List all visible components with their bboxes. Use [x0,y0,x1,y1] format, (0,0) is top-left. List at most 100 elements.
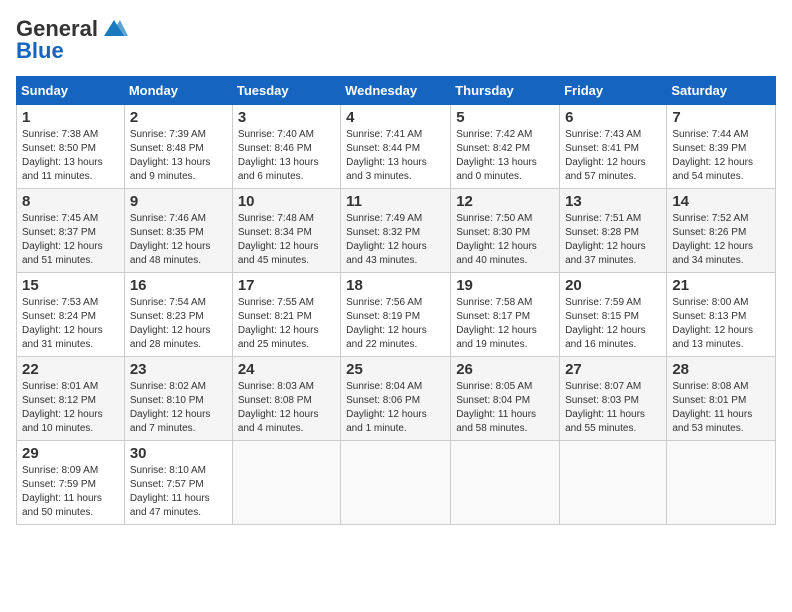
day-number: 10 [238,193,335,210]
day-info: Sunrise: 8:08 AMSunset: 8:01 PMDaylight:… [672,380,770,436]
day-info: Sunrise: 7:52 AMSunset: 8:26 PMDaylight:… [672,212,770,268]
day-cell: 11 Sunrise: 7:49 AMSunset: 8:32 PMDayligh… [341,189,451,273]
day-number: 27 [565,361,661,378]
day-info: Sunrise: 7:50 AMSunset: 8:30 PMDaylight:… [456,212,554,268]
week-row-4: 22 Sunrise: 8:01 AMSunset: 8:12 PMDayligh… [17,357,776,441]
day-info: Sunrise: 8:07 AMSunset: 8:03 PMDaylight:… [565,380,661,436]
day-info: Sunrise: 7:39 AMSunset: 8:48 PMDaylight:… [130,128,227,184]
calendar-header: SundayMondayTuesdayWednesdayThursdayFrid… [17,77,776,105]
day-info: Sunrise: 7:40 AMSunset: 8:46 PMDaylight:… [238,128,335,184]
day-info: Sunrise: 8:00 AMSunset: 8:13 PMDaylight:… [672,296,770,352]
day-cell: 21 Sunrise: 8:00 AMSunset: 8:13 PMDayligh… [667,273,776,357]
day-number: 11 [346,193,445,210]
week-row-2: 8 Sunrise: 7:45 AMSunset: 8:37 PMDaylight… [17,189,776,273]
day-info: Sunrise: 7:43 AMSunset: 8:41 PMDaylight:… [565,128,661,184]
day-info: Sunrise: 7:59 AMSunset: 8:15 PMDaylight:… [565,296,661,352]
day-info: Sunrise: 7:49 AMSunset: 8:32 PMDaylight:… [346,212,445,268]
day-cell: 9Sunrise: 7:46 AMSunset: 8:35 PMDaylight… [124,189,232,273]
day-cell [232,441,340,525]
day-number: 5 [456,109,554,126]
day-number: 4 [346,109,445,126]
day-number: 20 [565,277,661,294]
day-info: Sunrise: 8:10 AMSunset: 7:57 PMDaylight:… [130,464,227,520]
day-cell: 1 Sunrise: 7:38 AMSunset: 8:50 PMDaylight… [17,105,125,189]
day-info: Sunrise: 7:51 AMSunset: 8:28 PMDaylight:… [565,212,661,268]
day-number: 24 [238,361,335,378]
day-cell: 15 Sunrise: 7:53 AMSunset: 8:24 PMDayligh… [17,273,125,357]
day-cell: 30 Sunrise: 8:10 AMSunset: 7:57 PMDayligh… [124,441,232,525]
day-number: 6 [565,109,661,126]
day-number: 3 [238,109,335,126]
day-cell: 27 Sunrise: 8:07 AMSunset: 8:03 PMDayligh… [560,357,667,441]
day-info: Sunrise: 7:44 AMSunset: 8:39 PMDaylight:… [672,128,770,184]
day-info: Sunrise: 7:45 AMSunset: 8:37 PMDaylight:… [22,212,119,268]
day-info: Sunrise: 7:58 AMSunset: 8:17 PMDaylight:… [456,296,554,352]
day-number: 1 [22,109,119,126]
day-cell: 24Sunrise: 8:03 AMSunset: 8:08 PMDayligh… [232,357,340,441]
day-number: 21 [672,277,770,294]
day-info: Sunrise: 8:04 AMSunset: 8:06 PMDaylight:… [346,380,445,436]
day-number: 30 [130,445,227,462]
day-cell: 20 Sunrise: 7:59 AMSunset: 8:15 PMDayligh… [560,273,667,357]
day-info: Sunrise: 8:01 AMSunset: 8:12 PMDaylight:… [22,380,119,436]
day-cell: 19 Sunrise: 7:58 AMSunset: 8:17 PMDayligh… [451,273,560,357]
day-cell: 7Sunrise: 7:44 AMSunset: 8:39 PMDaylight… [667,105,776,189]
day-cell: 28 Sunrise: 8:08 AMSunset: 8:01 PMDayligh… [667,357,776,441]
col-header-friday: Friday [560,77,667,105]
day-info: Sunrise: 7:54 AMSunset: 8:23 PMDaylight:… [130,296,227,352]
calendar-table: SundayMondayTuesdayWednesdayThursdayFrid… [16,76,776,525]
logo: General Blue [16,16,128,64]
day-info: Sunrise: 7:48 AMSunset: 8:34 PMDaylight:… [238,212,335,268]
day-number: 18 [346,277,445,294]
day-number: 9 [130,193,227,210]
day-cell: 5 Sunrise: 7:42 AMSunset: 8:42 PMDaylight… [451,105,560,189]
logo-text-blue: Blue [16,38,64,64]
day-cell [451,441,560,525]
day-number: 26 [456,361,554,378]
calendar-body: 1 Sunrise: 7:38 AMSunset: 8:50 PMDaylight… [17,105,776,525]
col-header-thursday: Thursday [451,77,560,105]
col-header-wednesday: Wednesday [341,77,451,105]
day-number: 19 [456,277,554,294]
day-cell: 3 Sunrise: 7:40 AMSunset: 8:46 PMDaylight… [232,105,340,189]
day-cell: 18 Sunrise: 7:56 AMSunset: 8:19 PMDayligh… [341,273,451,357]
day-number: 8 [22,193,119,210]
day-cell: 2 Sunrise: 7:39 AMSunset: 8:48 PMDaylight… [124,105,232,189]
day-number: 12 [456,193,554,210]
day-cell: 17 Sunrise: 7:55 AMSunset: 8:21 PMDayligh… [232,273,340,357]
day-number: 14 [672,193,770,210]
day-number: 17 [238,277,335,294]
day-cell: 26 Sunrise: 8:05 AMSunset: 8:04 PMDayligh… [451,357,560,441]
day-info: Sunrise: 7:38 AMSunset: 8:50 PMDaylight:… [22,128,119,184]
day-number: 16 [130,277,227,294]
day-cell: 23Sunrise: 8:02 AMSunset: 8:10 PMDayligh… [124,357,232,441]
day-cell [341,441,451,525]
day-number: 2 [130,109,227,126]
day-cell [667,441,776,525]
day-info: Sunrise: 7:41 AMSunset: 8:44 PMDaylight:… [346,128,445,184]
day-info: Sunrise: 7:55 AMSunset: 8:21 PMDaylight:… [238,296,335,352]
col-header-tuesday: Tuesday [232,77,340,105]
day-number: 13 [565,193,661,210]
day-cell: 8 Sunrise: 7:45 AMSunset: 8:37 PMDaylight… [17,189,125,273]
day-cell [560,441,667,525]
day-info: Sunrise: 7:42 AMSunset: 8:42 PMDaylight:… [456,128,554,184]
day-cell: 16 Sunrise: 7:54 AMSunset: 8:23 PMDayligh… [124,273,232,357]
day-info: Sunrise: 8:05 AMSunset: 8:04 PMDaylight:… [456,380,554,436]
day-cell: 29Sunrise: 8:09 AMSunset: 7:59 PMDayligh… [17,441,125,525]
day-cell: 13 Sunrise: 7:51 AMSunset: 8:28 PMDayligh… [560,189,667,273]
col-header-sunday: Sunday [17,77,125,105]
day-info: Sunrise: 7:56 AMSunset: 8:19 PMDaylight:… [346,296,445,352]
day-number: 22 [22,361,119,378]
day-cell: 22 Sunrise: 8:01 AMSunset: 8:12 PMDayligh… [17,357,125,441]
week-row-1: 1 Sunrise: 7:38 AMSunset: 8:50 PMDaylight… [17,105,776,189]
day-number: 28 [672,361,770,378]
week-row-5: 29Sunrise: 8:09 AMSunset: 7:59 PMDayligh… [17,441,776,525]
day-cell: 25 Sunrise: 8:04 AMSunset: 8:06 PMDayligh… [341,357,451,441]
day-number: 15 [22,277,119,294]
day-number: 29 [22,445,119,462]
day-info: Sunrise: 8:02 AMSunset: 8:10 PMDaylight:… [130,380,227,436]
day-number: 25 [346,361,445,378]
day-info: Sunrise: 7:53 AMSunset: 8:24 PMDaylight:… [22,296,119,352]
day-cell: 10 Sunrise: 7:48 AMSunset: 8:34 PMDayligh… [232,189,340,273]
